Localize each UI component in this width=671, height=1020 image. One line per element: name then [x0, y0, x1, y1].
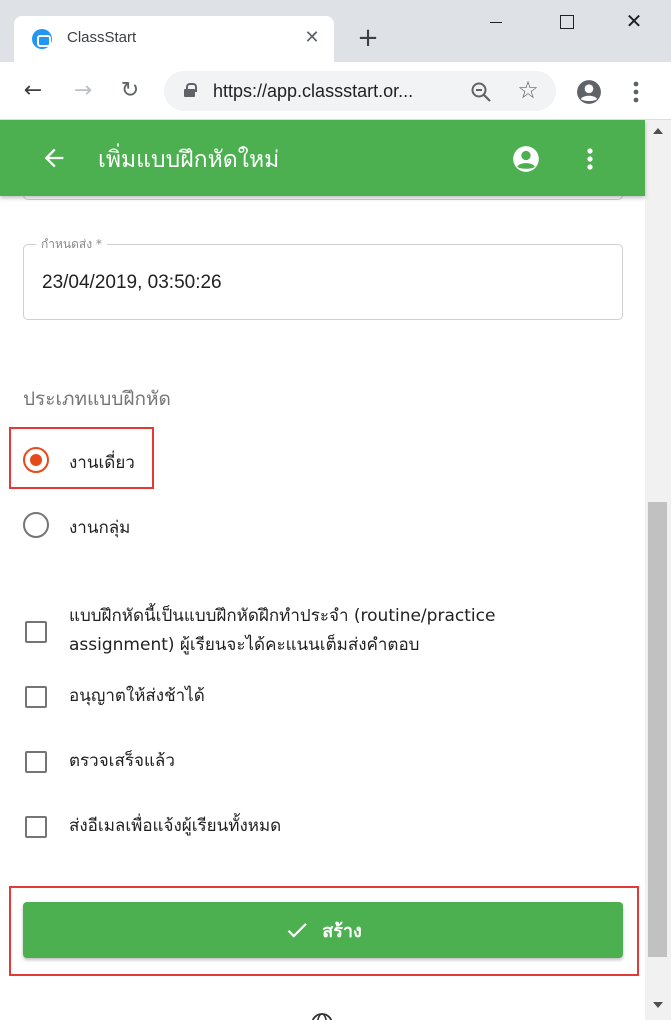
radio-label: งานเดี่ยว	[69, 453, 135, 473]
new-tab-button[interactable]: +	[356, 24, 380, 52]
page-viewport: เพิ่มแบบฝึกหัดใหม่ กำหนดส่ง * 23/04/2019…	[0, 120, 671, 1020]
browser-toolbar: ← → ↻ https://app.classstart.or... ☆	[0, 62, 671, 120]
checkbox-label: ตรวจเสร็จแล้ว	[69, 751, 175, 771]
checkbox[interactable]	[25, 621, 47, 643]
scrollbar-thumb[interactable]	[648, 502, 667, 957]
deadline-value[interactable]: 23/04/2019, 03:50:26	[42, 272, 222, 294]
classstart-favicon-icon	[32, 29, 52, 49]
window-minimize-button[interactable]	[476, 6, 516, 36]
checkbox[interactable]	[25, 816, 47, 838]
create-button-label: สร้าง	[322, 920, 362, 942]
create-button[interactable]: สร้าง	[23, 902, 623, 958]
check-icon	[287, 923, 307, 938]
browser-reload-icon[interactable]: ↻	[117, 78, 143, 104]
browser-forward-icon[interactable]: →	[70, 78, 96, 104]
browser-back-icon[interactable]: ←	[20, 78, 46, 104]
scrollbar[interactable]	[645, 120, 671, 1020]
assignment-type-title: ประเภทแบบฝึกหัด	[23, 388, 171, 410]
browser-tab[interactable]: ClassStart ✕	[14, 16, 334, 62]
window-maximize-button[interactable]	[546, 6, 586, 36]
lock-icon[interactable]	[184, 83, 197, 97]
radio-button[interactable]	[23, 512, 49, 538]
page-title: เพิ่มแบบฝึกหัดใหม่	[98, 147, 280, 173]
more-vert-icon[interactable]	[582, 145, 598, 173]
create-button-content: สร้าง	[23, 902, 623, 958]
account-circle-icon[interactable]	[512, 145, 540, 173]
app-bar: เพิ่มแบบฝึกหัดใหม่	[0, 120, 645, 196]
profile-icon[interactable]	[576, 79, 602, 105]
deadline-field[interactable]: กำหนดส่ง * 23/04/2019, 03:50:26	[23, 236, 623, 320]
checkbox-label: แบบฝึกหัดนี้เป็นแบบฝึกหัดฝึกทำประจำ (rou…	[69, 606, 496, 655]
back-arrow-icon[interactable]	[40, 144, 68, 172]
url-text[interactable]: https://app.classstart.or...	[213, 81, 413, 102]
checkbox[interactable]	[25, 751, 47, 773]
menu-icon[interactable]	[628, 79, 644, 105]
tab-close-icon[interactable]: ✕	[302, 26, 322, 50]
scroll-down-arrow-icon[interactable]	[653, 1002, 663, 1008]
star-icon[interactable]: ☆	[514, 76, 542, 104]
deadline-label: กำหนดส่ง *	[36, 236, 107, 252]
checkbox[interactable]	[25, 686, 47, 708]
radio-button[interactable]	[23, 447, 49, 473]
checkbox-label: ส่งอีเมลเพื่อแจ้งผู้เรียนทั้งหมด	[69, 816, 282, 836]
globe-icon[interactable]	[310, 1012, 334, 1020]
omnibox[interactable]: https://app.classstart.or... ☆	[164, 71, 556, 111]
window-close-button[interactable]: ✕	[614, 6, 654, 36]
tab-title: ClassStart	[67, 29, 137, 46]
radio-label: งานกลุ่ม	[69, 518, 131, 538]
checkbox-label: อนุญาตให้ส่งช้าได้	[69, 686, 205, 706]
scroll-up-arrow-icon[interactable]	[653, 128, 663, 134]
zoom-icon[interactable]	[469, 80, 493, 104]
browser-titlebar: ClassStart ✕ + ✕	[0, 0, 671, 62]
